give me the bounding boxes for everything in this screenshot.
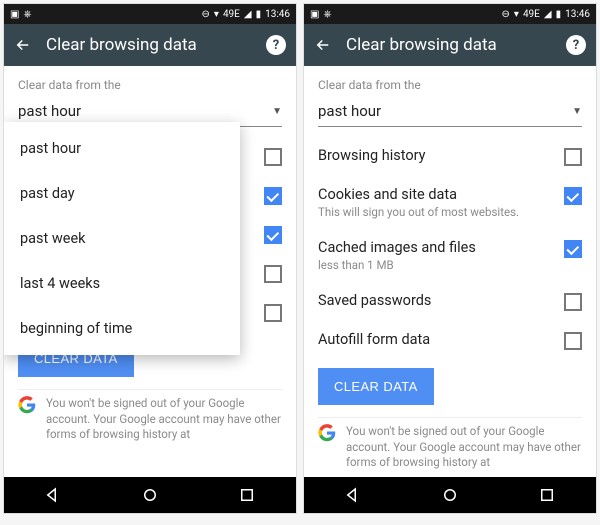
list-item[interactable]: Saved passwords (318, 282, 582, 321)
dnd-icon: ⊖ (502, 9, 510, 20)
content-area: Clear data from the past hour ▼ Browsing… (4, 66, 296, 477)
checkbox[interactable] (264, 265, 282, 283)
content-area: Clear data from the past hour ▼ Browsing… (304, 66, 596, 477)
signal-icon: ◢ (244, 9, 252, 20)
nav-back-icon[interactable] (344, 486, 362, 504)
battery-icon: ▮ (256, 9, 262, 20)
dnd-icon: ⊖ (202, 9, 210, 20)
wifi-icon: ▾ (514, 9, 519, 20)
nav-home-icon[interactable] (441, 486, 459, 504)
location-icon: ⎈ (23, 9, 31, 20)
notice-text: You won't be signed out of your Google a… (346, 424, 582, 471)
checkbox[interactable] (264, 226, 282, 244)
signal-label: 49E (523, 9, 540, 20)
nav-home-icon[interactable] (141, 486, 159, 504)
time-range-dropdown[interactable]: past hour ▼ (318, 98, 582, 127)
clock: 13:46 (565, 9, 590, 20)
page-title: Clear browsing data (46, 35, 252, 55)
image-icon: ▣ (10, 9, 19, 20)
back-icon[interactable] (314, 36, 332, 54)
phone-left: ▣ ⎈ ⊖ ▾ 49E ◢ ▮ 13:46 Clear browsing dat… (4, 4, 296, 513)
status-bar: ▣ ⎈ ⊖ ▾ 49E ◢ ▮ 13:46 (304, 4, 596, 24)
phone-right: ▣ ⎈ ⊖ ▾ 49E ◢ ▮ 13:46 Clear browsing dat… (304, 4, 596, 513)
signal-label: 49E (223, 9, 240, 20)
google-logo-icon (318, 424, 336, 442)
chevron-down-icon: ▼ (272, 106, 282, 117)
back-icon[interactable] (14, 36, 32, 54)
checkbox[interactable] (564, 293, 582, 311)
item-label: Saved passwords (318, 292, 556, 309)
checkbox[interactable] (564, 148, 582, 166)
item-label: Cookies and site data (318, 186, 556, 203)
nav-back-icon[interactable] (44, 486, 62, 504)
list-item[interactable]: Browsing history (318, 137, 582, 176)
notice-text: You won't be signed out of your Google a… (46, 396, 282, 443)
checkbox[interactable] (564, 240, 582, 258)
section-label: Clear data from the (18, 78, 282, 92)
battery-icon: ▮ (556, 9, 562, 20)
item-sublabel: This will sign you out of most websites. (318, 205, 556, 219)
item-label: Browsing history (318, 147, 556, 164)
menu-item-past-hour[interactable]: past hour (4, 126, 240, 171)
list-item[interactable]: Autofill form data (318, 321, 582, 360)
app-bar: Clear browsing data ? (4, 24, 296, 66)
dropdown-selected: past hour (18, 102, 81, 120)
menu-item-beginning-of-time[interactable]: beginning of time (4, 306, 240, 351)
list-item[interactable]: Cookies and site data This will sign you… (318, 176, 582, 229)
checkbox[interactable] (564, 332, 582, 350)
checkbox[interactable] (264, 304, 282, 322)
chevron-down-icon: ▼ (572, 106, 582, 117)
menu-item-past-week[interactable]: past week (4, 216, 240, 261)
menu-item-past-day[interactable]: past day (4, 171, 240, 216)
wifi-icon: ▾ (214, 9, 219, 20)
checkbox[interactable] (564, 187, 582, 205)
nav-recent-icon[interactable] (538, 486, 556, 504)
android-nav-bar (304, 477, 596, 513)
checkbox[interactable] (264, 148, 282, 166)
menu-item-last-4-weeks[interactable]: last 4 weeks (4, 261, 240, 306)
android-nav-bar (4, 477, 296, 513)
signal-icon: ◢ (544, 9, 552, 20)
checkbox[interactable] (264, 187, 282, 205)
dropdown-selected: past hour (318, 102, 381, 120)
location-icon: ⎈ (323, 9, 331, 20)
clear-data-button[interactable]: CLEAR DATA (318, 368, 434, 405)
item-sublabel: less than 1 MB (318, 258, 556, 272)
list-item[interactable]: Cached images and files less than 1 MB (318, 229, 582, 282)
google-logo-icon (18, 396, 36, 414)
help-icon[interactable]: ? (566, 35, 586, 55)
page-title: Clear browsing data (346, 35, 552, 55)
item-label: Autofill form data (318, 331, 556, 348)
section-label: Clear data from the (318, 78, 582, 92)
status-bar: ▣ ⎈ ⊖ ▾ 49E ◢ ▮ 13:46 (4, 4, 296, 24)
nav-recent-icon[interactable] (238, 486, 256, 504)
item-label: Cached images and files (318, 239, 556, 256)
signout-notice: You won't be signed out of your Google a… (318, 417, 582, 477)
help-icon[interactable]: ? (266, 35, 286, 55)
image-icon: ▣ (310, 9, 319, 20)
signout-notice: You won't be signed out of your Google a… (18, 389, 282, 449)
clock: 13:46 (265, 9, 290, 20)
app-bar: Clear browsing data ? (304, 24, 596, 66)
time-range-menu: past hour past day past week last 4 week… (4, 122, 240, 355)
